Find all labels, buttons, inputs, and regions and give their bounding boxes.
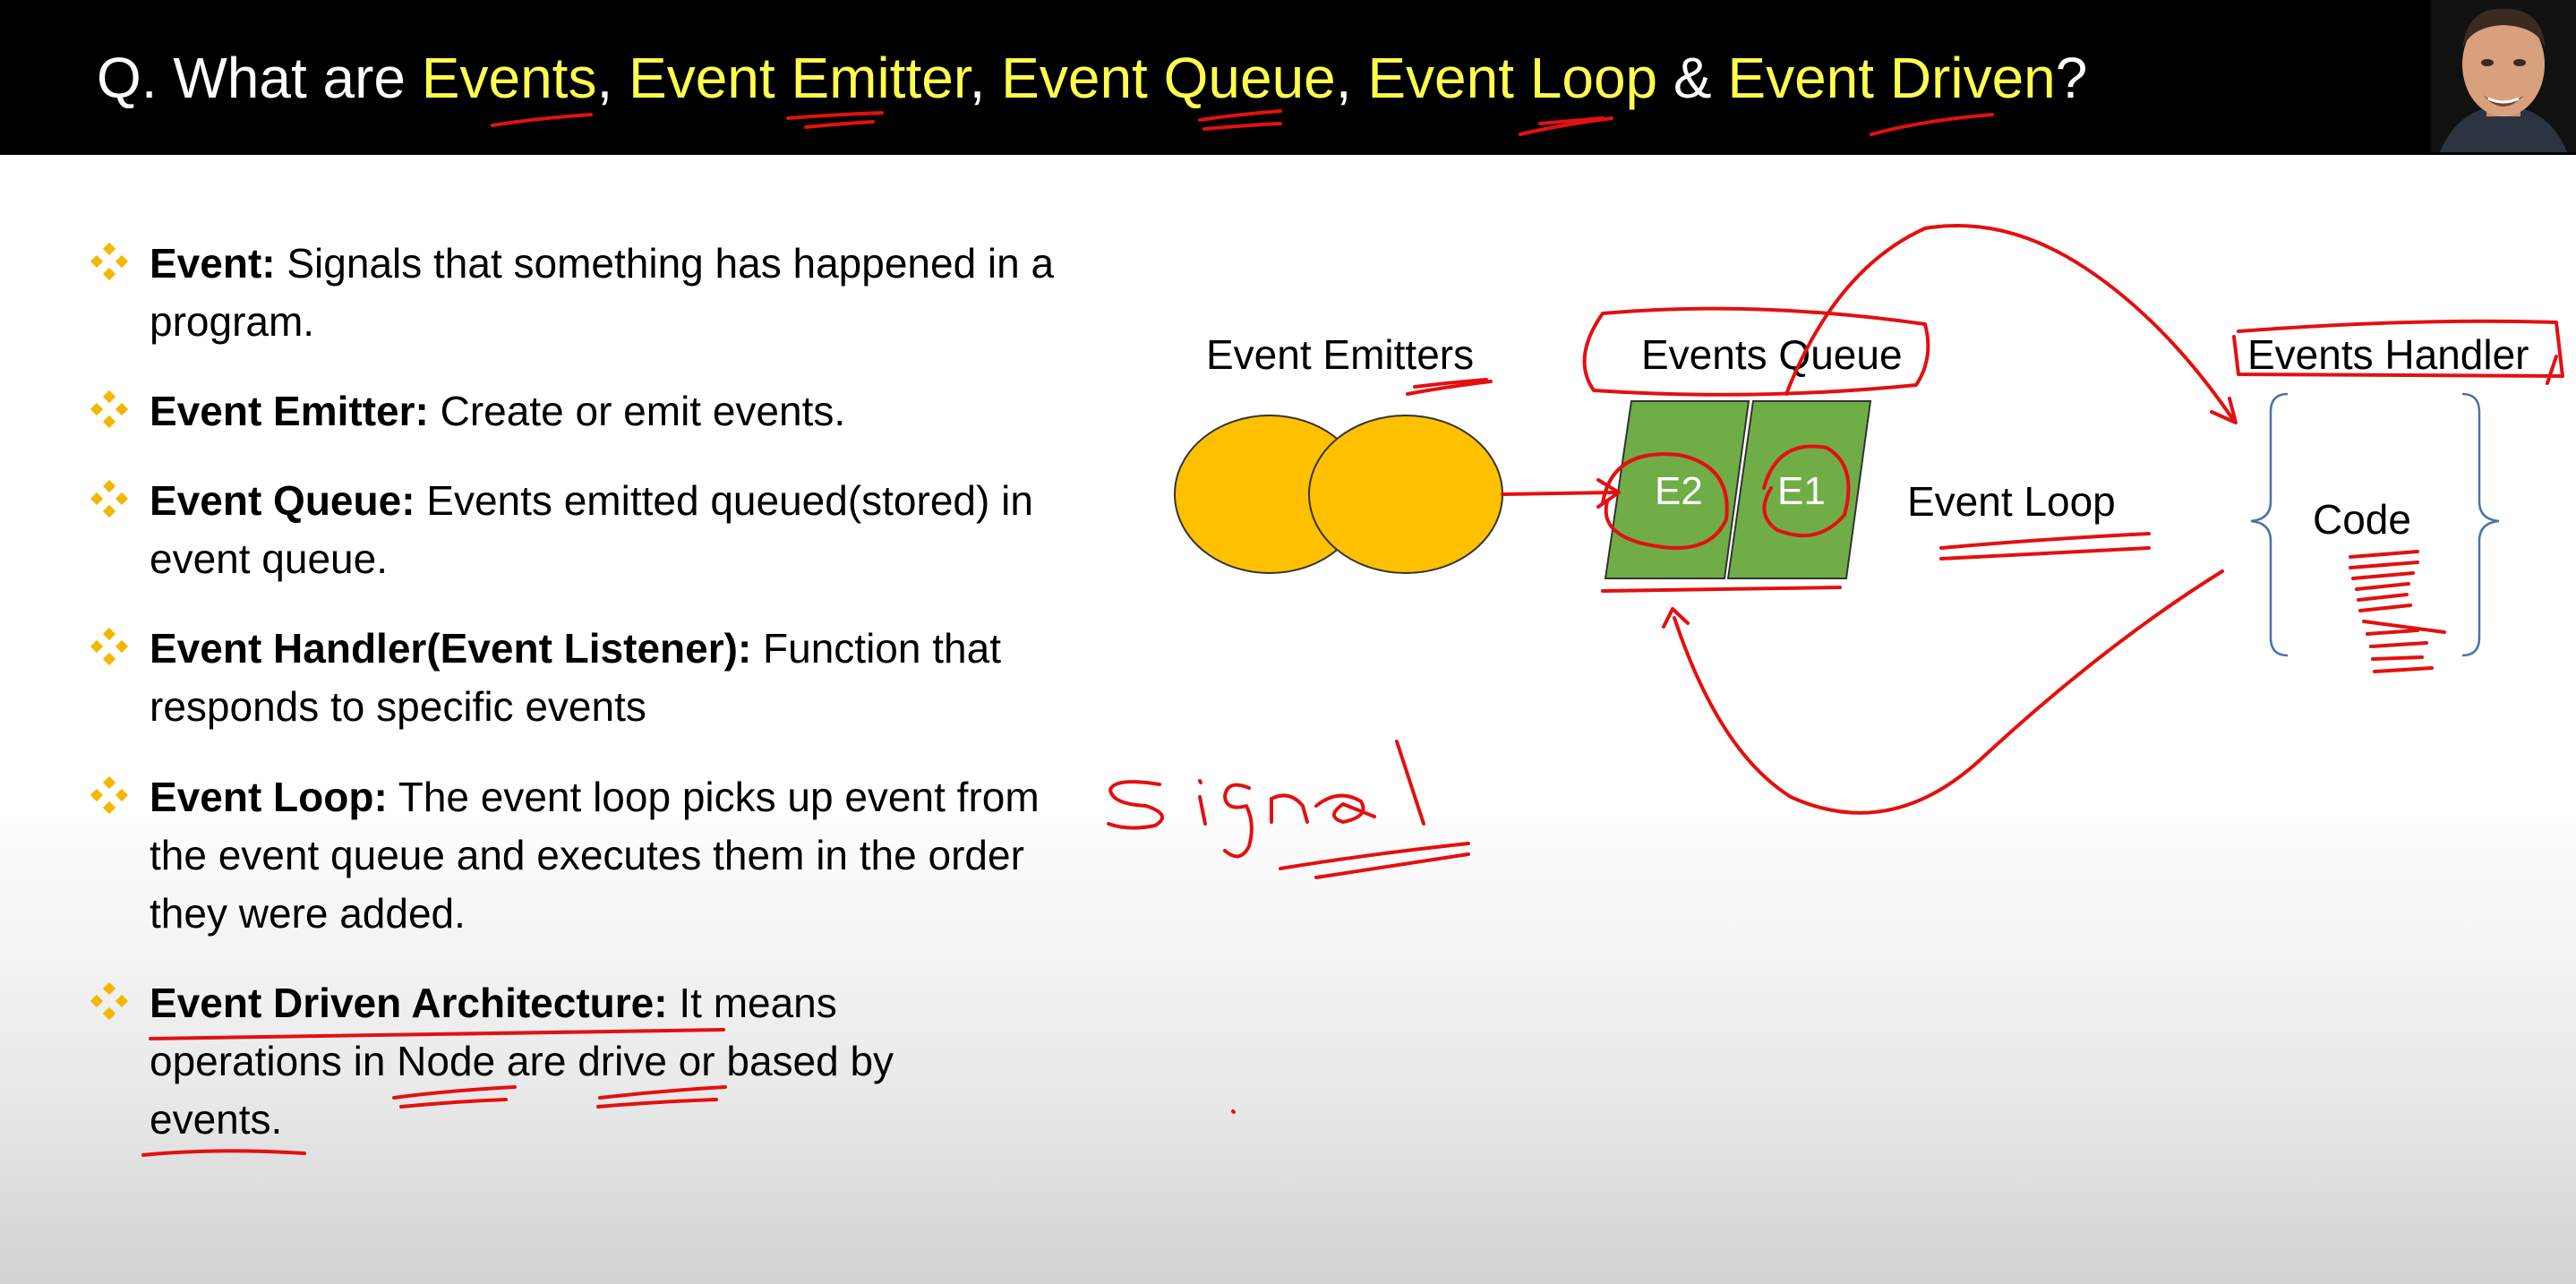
underline-driven — [1870, 113, 1994, 136]
arrow-emitters-to-queue — [1501, 491, 1618, 496]
underline-node — [392, 1085, 517, 1109]
arrow-handler-to-queue — [1673, 569, 2224, 815]
code-scribble — [2349, 550, 2446, 673]
circle-e2 — [1601, 452, 1729, 550]
underline-queue-box — [1601, 586, 1842, 593]
underline-signal — [1279, 842, 1470, 879]
underline-events — [491, 113, 593, 127]
underline-drive — [596, 1085, 727, 1109]
underline-emitters-label — [1406, 378, 1493, 396]
underline-loop — [1519, 116, 1613, 136]
underline-events-word — [141, 1149, 306, 1157]
underline-emitter — [786, 111, 884, 129]
handwritten-signal — [1107, 740, 1425, 859]
underline-event-loop — [1939, 532, 2151, 561]
circle-e1 — [1762, 444, 1851, 538]
stray-dot — [1231, 1109, 1236, 1114]
annotation-layer — [141, 109, 2564, 1157]
box-handler-label — [2232, 319, 2564, 385]
circle-queue-label — [1582, 306, 1930, 397]
underline-eda-term — [149, 1028, 725, 1040]
underline-queue — [1198, 109, 1282, 131]
